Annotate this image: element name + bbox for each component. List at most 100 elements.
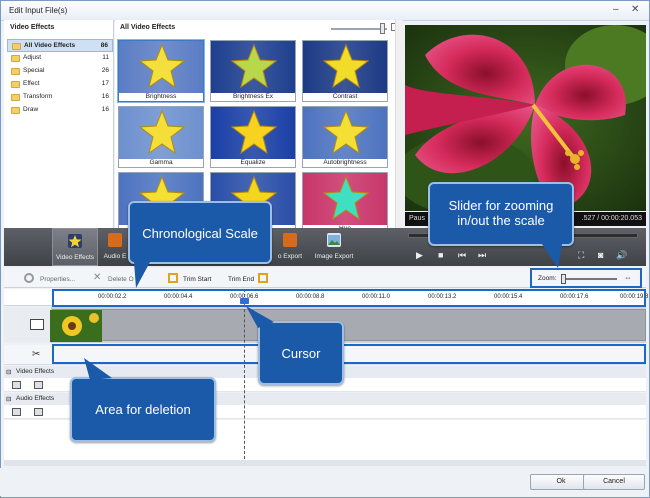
star-icon bbox=[68, 234, 82, 248]
close-button[interactable]: ✕ bbox=[631, 5, 639, 15]
audio-small-icon bbox=[12, 408, 21, 416]
effect-thumbnail[interactable]: Equalize bbox=[210, 106, 296, 168]
star-icon bbox=[231, 109, 277, 155]
toolbar-label: Video Effects bbox=[55, 254, 95, 261]
timeline-scrollbar[interactable] bbox=[4, 460, 646, 466]
effect-label: Equalize bbox=[240, 159, 266, 166]
toolbar-label: Image Export bbox=[314, 253, 354, 260]
star-icon bbox=[323, 43, 369, 89]
folder-icon bbox=[11, 81, 20, 88]
effect-thumbnail[interactable]: Contrast bbox=[302, 40, 388, 102]
trim-end-button[interactable]: Trim End bbox=[228, 276, 254, 283]
callout-cursor: Cursor bbox=[258, 321, 344, 385]
effects-header: All Video Effects bbox=[120, 24, 176, 31]
effects-scrollbar[interactable] bbox=[395, 20, 403, 228]
category-label: All Video Effects bbox=[24, 42, 76, 49]
category-item[interactable]: All Video Effects 86 bbox=[7, 39, 113, 52]
callout-pointer bbox=[84, 358, 112, 380]
toolbar-label: o Export bbox=[277, 253, 303, 260]
callout-text: Area for deletion bbox=[95, 402, 191, 417]
effect-preview-image bbox=[211, 41, 295, 93]
play-icon[interactable]: ▶ bbox=[416, 250, 423, 261]
effect-label: Contrast bbox=[332, 93, 358, 100]
audio-effects-button[interactable]: Audio E bbox=[100, 228, 130, 266]
callout-text: Cursor bbox=[281, 346, 321, 361]
minimize-button[interactable]: – bbox=[613, 5, 619, 15]
callout-text-line-1: Slider for zooming bbox=[448, 198, 554, 213]
timeline-cursor-line[interactable] bbox=[244, 289, 245, 459]
gear-icon bbox=[24, 273, 34, 283]
effect-label: Brightness bbox=[145, 93, 177, 100]
fullscreen-icon[interactable]: ⛶ bbox=[578, 250, 584, 261]
star-icon bbox=[323, 175, 369, 221]
speaker-small-icon bbox=[34, 408, 43, 416]
folder-icon bbox=[12, 43, 21, 50]
collapse-icon: ⊟ bbox=[6, 369, 12, 376]
thumbnail-size-slider[interactable] bbox=[331, 28, 387, 30]
video-track-header bbox=[4, 307, 52, 343]
collapse-icon: ⊟ bbox=[6, 396, 12, 403]
trim-end-icon bbox=[258, 273, 268, 283]
trim-start-icon bbox=[168, 273, 178, 283]
effect-small-icon bbox=[34, 381, 43, 389]
category-header: Video Effects bbox=[10, 24, 55, 31]
effect-preview-image bbox=[119, 107, 203, 159]
thumbnail-size-knob[interactable] bbox=[380, 23, 385, 34]
video-clip[interactable] bbox=[52, 309, 646, 341]
effect-thumbnail[interactable]: Autobrightness bbox=[302, 106, 388, 168]
clip-thumbnail bbox=[50, 310, 102, 342]
stop-icon[interactable]: ■ bbox=[438, 250, 443, 260]
effect-thumbnail[interactable]: Brightness bbox=[118, 40, 204, 102]
star-icon bbox=[139, 43, 185, 89]
image-export-button[interactable]: Image Export bbox=[310, 228, 358, 266]
effect-thumbnail[interactable]: Gamma bbox=[118, 106, 204, 168]
scissors-icon: ✂ bbox=[32, 349, 41, 360]
category-panel: Video Effects All Video Effects 86 Adjus… bbox=[4, 20, 114, 228]
category-label: Effect bbox=[23, 80, 40, 87]
callout-text: Chronological Scale bbox=[142, 226, 258, 241]
video-export-icon bbox=[283, 233, 297, 247]
window-title: Edit Input File(s) bbox=[9, 6, 68, 15]
effect-label: Gamma bbox=[149, 159, 173, 166]
callout-pointer bbox=[542, 244, 562, 268]
effect-thumbnail[interactable]: Hue bbox=[302, 172, 388, 228]
next-frame-icon[interactable]: ⏭ bbox=[478, 250, 486, 261]
toolbar-label: Audio E bbox=[103, 253, 127, 260]
properties-button[interactable]: Properties... bbox=[40, 276, 75, 283]
category-item[interactable]: Adjust 11 bbox=[7, 52, 113, 65]
category-count: 16 bbox=[101, 106, 109, 113]
folder-icon bbox=[11, 55, 20, 62]
effect-preview-image bbox=[211, 107, 295, 159]
category-item[interactable]: Special 26 bbox=[7, 65, 113, 78]
video-export-button[interactable]: o Export bbox=[272, 228, 308, 266]
previous-frame-icon[interactable]: ⏮ bbox=[458, 250, 466, 261]
zoom-highlight bbox=[530, 268, 642, 288]
callout-text-line-2: in/out the scale bbox=[457, 213, 545, 228]
preview-timecode: .527 / 00:00:20.053 bbox=[581, 215, 642, 222]
category-count: 17 bbox=[101, 80, 109, 87]
category-count: 26 bbox=[101, 67, 109, 74]
film-small-icon bbox=[12, 381, 21, 389]
star-icon bbox=[323, 109, 369, 155]
audio-effects-label: Audio Effects bbox=[16, 395, 55, 402]
folder-icon bbox=[11, 107, 20, 114]
cancel-button[interactable]: Cancel bbox=[583, 474, 645, 490]
ruler-highlight bbox=[52, 289, 646, 307]
category-item[interactable]: Draw 16 bbox=[7, 104, 113, 117]
video-effects-button[interactable]: Video Effects bbox=[52, 228, 98, 266]
folder-icon bbox=[11, 68, 20, 75]
category-item[interactable]: Effect 17 bbox=[7, 78, 113, 91]
effect-preview-image bbox=[303, 107, 387, 159]
deletion-area-highlight bbox=[52, 344, 646, 364]
trim-start-button[interactable]: Trim Start bbox=[183, 276, 211, 283]
category-item[interactable]: Transform 16 bbox=[7, 91, 113, 104]
effect-label: Autobrightness bbox=[323, 159, 367, 166]
callout-zoom-slider: Slider for zooming in/out the scale bbox=[428, 182, 574, 246]
category-label: Draw bbox=[23, 106, 39, 113]
category-label: Special bbox=[23, 67, 45, 74]
snapshot-icon[interactable]: ◙ bbox=[598, 250, 603, 260]
volume-icon[interactable]: 🔊 bbox=[616, 250, 627, 261]
effect-thumbnail[interactable]: Brightness Ex bbox=[210, 40, 296, 102]
film-icon bbox=[30, 319, 44, 330]
effect-preview-image bbox=[303, 41, 387, 93]
